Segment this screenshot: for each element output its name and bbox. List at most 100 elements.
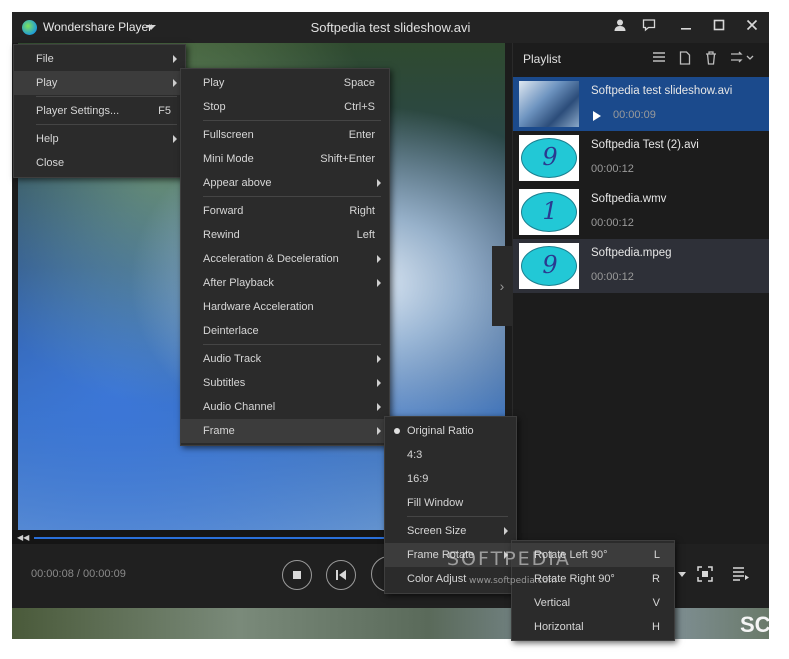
- item-duration: 00:00:12: [591, 271, 634, 283]
- submenu-arrow-icon: [377, 379, 381, 387]
- submenu-arrow-icon: [377, 179, 381, 187]
- shortcut-key: Right: [349, 205, 375, 217]
- menu-item-label: After Playback: [203, 277, 274, 289]
- menu-item-label: Audio Track: [203, 353, 262, 365]
- menu-item-label: Audio Channel: [203, 401, 276, 413]
- menu-item-original-ratio[interactable]: Original Ratio: [385, 419, 516, 443]
- playlist-panel: Playlist Softpedia test slideshow.avi 00…: [512, 43, 769, 543]
- menu-item-label: Hardware Acceleration: [203, 301, 314, 313]
- item-duration: 00:00:09: [613, 109, 656, 121]
- dropdown-arrow-icon[interactable]: [672, 566, 692, 584]
- menu-item-forward[interactable]: Forward Right: [181, 199, 389, 223]
- thumbnail: 1: [519, 189, 579, 235]
- menu-item-label: Acceleration & Deceleration: [203, 253, 339, 265]
- menu-item-frame[interactable]: Frame: [181, 419, 389, 443]
- menu-item-label: Frame: [203, 425, 235, 437]
- main-menu: File Play Player Settings... F5 Help Close: [13, 44, 186, 178]
- menu-item-deinterlace[interactable]: Deinterlace: [181, 319, 389, 343]
- menu-item-screen-size[interactable]: Screen Size: [385, 519, 516, 543]
- submenu-arrow-icon: [173, 79, 177, 87]
- submenu-arrow-icon: [173, 135, 177, 143]
- menu-item-play[interactable]: Play Space: [181, 71, 389, 95]
- menu-separator: [36, 96, 177, 97]
- submenu-arrow-icon: [377, 355, 381, 363]
- rewind-icon[interactable]: ◀◀: [17, 533, 29, 542]
- menu-item-label: Play: [36, 77, 58, 89]
- menu-item-label: Forward: [203, 205, 244, 217]
- menu-item-label: Color Adjust: [407, 573, 467, 585]
- menu-separator: [36, 124, 177, 125]
- menu-item-file[interactable]: File: [14, 47, 185, 71]
- play-icon: [593, 111, 601, 121]
- shortcut-key: Ctrl+S: [344, 101, 375, 113]
- trash-icon[interactable]: [703, 51, 719, 67]
- item-name: Softpedia.wmv: [591, 193, 667, 205]
- shortcut-key: L: [653, 549, 660, 561]
- shuffle-icon[interactable]: [729, 51, 755, 67]
- close-icon[interactable]: [742, 18, 762, 36]
- menu-item-horizontal[interactable]: Horizontal H: [512, 615, 674, 639]
- submenu-arrow-icon: [504, 527, 508, 535]
- add-file-icon[interactable]: [677, 51, 693, 67]
- menu-item-4-3[interactable]: 4:3: [385, 443, 516, 467]
- watermark-logo: SOFTPEDIA: [447, 548, 571, 570]
- menu-item-after-playback[interactable]: After Playback: [181, 271, 389, 295]
- menu-item-label: Stop: [203, 101, 226, 113]
- menu-item-hardware-acceleration[interactable]: Hardware Acceleration: [181, 295, 389, 319]
- menu-item-appear-above[interactable]: Appear above: [181, 171, 389, 195]
- menu-item-close[interactable]: Close: [14, 151, 185, 175]
- maximize-icon[interactable]: [709, 18, 729, 36]
- menu-item-rewind[interactable]: Rewind Left: [181, 223, 389, 247]
- menu-item-mini-mode[interactable]: Mini Mode Shift+Enter: [181, 147, 389, 171]
- menu-item-label: Rewind: [203, 229, 240, 241]
- list-view-icon[interactable]: [651, 51, 667, 67]
- watermark-url: www.softpedia.com: [469, 576, 557, 586]
- menu-item-player-settings[interactable]: Player Settings... F5: [14, 99, 185, 123]
- play-submenu: Play Space Stop Ctrl+S Fullscreen Enter Mini M…: [180, 68, 390, 446]
- menu-item-label: Deinterlace: [203, 325, 259, 337]
- user-icon[interactable]: [610, 18, 630, 36]
- menu-item-label: Vertical: [534, 597, 571, 609]
- menu-item-stop[interactable]: Stop Ctrl+S: [181, 95, 389, 119]
- chevron-right-icon[interactable]: ›: [492, 246, 512, 326]
- playlist-item[interactable]: 9 Softpedia Test (2).avi 00:00:12: [513, 131, 769, 185]
- menu-item-fill-window[interactable]: Fill Window: [385, 491, 516, 515]
- menu-item-vertical[interactable]: Vertical V: [512, 591, 674, 615]
- menu-item-help[interactable]: Help: [14, 127, 185, 151]
- menu-item-audio-channel[interactable]: Audio Channel: [181, 395, 389, 419]
- item-name: Softpedia Test (2).avi: [591, 139, 699, 151]
- shortcut-key: Left: [356, 229, 375, 241]
- menu-item-16-9[interactable]: 16:9: [385, 467, 516, 491]
- previous-button[interactable]: [326, 560, 356, 590]
- fullscreen-icon[interactable]: [695, 566, 715, 584]
- time-display: 00:00:08 / 00:00:09: [31, 568, 126, 580]
- background-text: SC: [740, 612, 769, 637]
- menu-item-label: Help: [36, 133, 59, 145]
- playlist-item[interactable]: 9 Softpedia.mpeg 00:00:12: [513, 239, 769, 293]
- playlist-title: Playlist: [523, 52, 562, 66]
- menu-item-audio-track[interactable]: Audio Track: [181, 347, 389, 371]
- playlist-item[interactable]: 1 Softpedia.wmv 00:00:12: [513, 185, 769, 239]
- menu-item-fullscreen[interactable]: Fullscreen Enter: [181, 123, 389, 147]
- chat-icon[interactable]: [639, 18, 659, 36]
- shortcut-key: Enter: [348, 129, 375, 141]
- menu-item-label: Mini Mode: [203, 153, 254, 165]
- item-name: Softpedia.mpeg: [591, 247, 672, 259]
- title-bar: Wondershare Player Softpedia test slides…: [12, 12, 769, 43]
- menu-separator: [203, 120, 381, 121]
- menu-item-label: Fullscreen: [203, 129, 254, 141]
- shortcut-key: Shift+Enter: [320, 153, 375, 165]
- stop-button[interactable]: [282, 560, 312, 590]
- shortcut-key: F5: [158, 105, 171, 117]
- minimize-icon[interactable]: [676, 18, 696, 36]
- menu-item-acceleration-deceleration[interactable]: Acceleration & Deceleration: [181, 247, 389, 271]
- menu-item-label: Screen Size: [407, 525, 467, 537]
- shortcut-key: Space: [343, 77, 375, 89]
- menu-separator: [203, 196, 381, 197]
- menu-item-subtitles[interactable]: Subtitles: [181, 371, 389, 395]
- playlist-toggle-icon[interactable]: [731, 566, 751, 584]
- playlist-item[interactable]: Softpedia test slideshow.avi 00:00:09: [513, 77, 769, 131]
- menu-item-label: File: [36, 53, 54, 65]
- menu-item-label: 4:3: [407, 449, 423, 461]
- menu-item-play[interactable]: Play: [14, 71, 185, 95]
